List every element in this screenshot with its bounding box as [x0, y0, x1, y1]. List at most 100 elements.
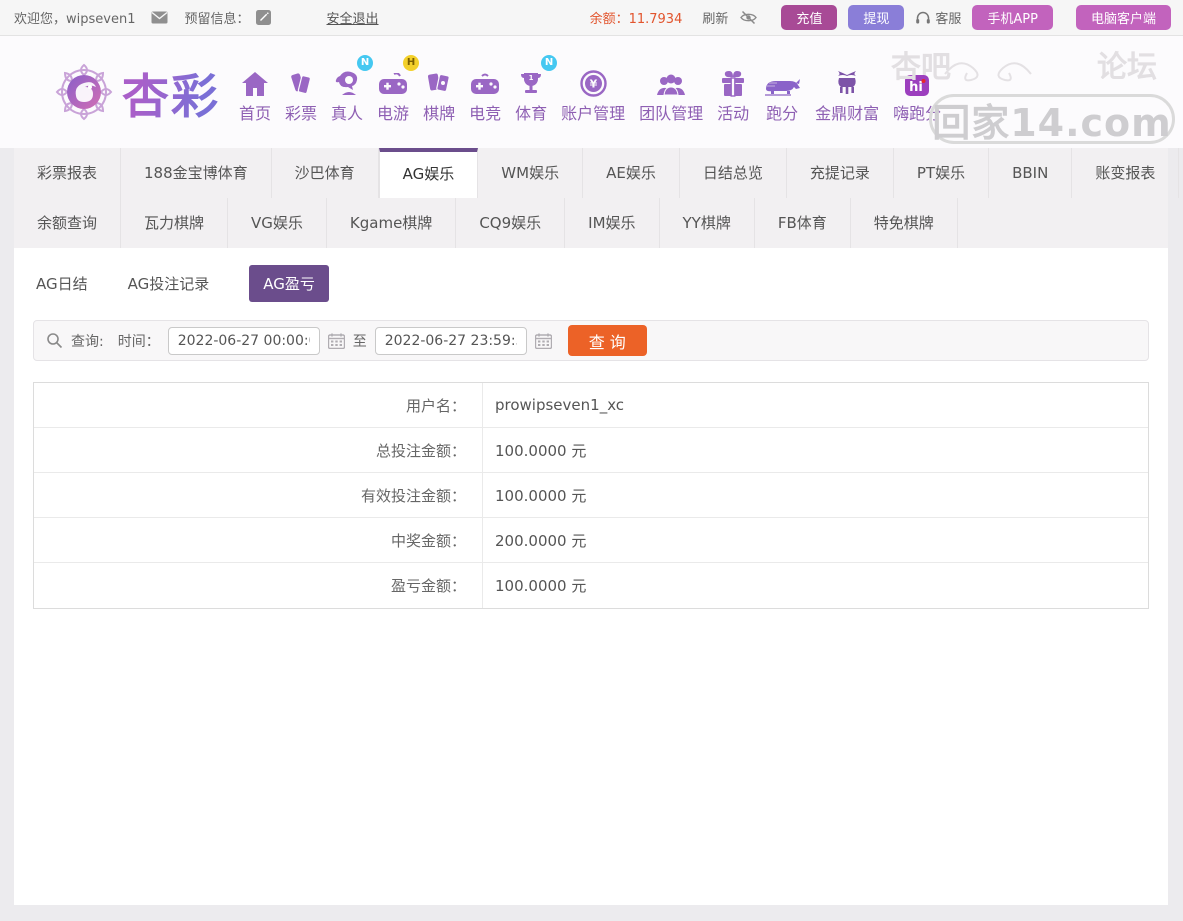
calendar-icon[interactable]	[328, 333, 345, 349]
main-nav: 首页彩票N真人H电游棋牌电竞1N体育¥账户管理团队管理活动跑分金鼎财富hi嗨跑分	[232, 61, 948, 124]
headset-icon	[915, 11, 931, 25]
logout-link[interactable]: 安全退出	[327, 8, 379, 27]
rhino-icon	[763, 61, 801, 97]
nav-item-9[interactable]: 活动	[710, 61, 756, 124]
tabs-row2-tab-6[interactable]: YY棋牌	[660, 198, 755, 248]
welcome-text: 欢迎您，wipseven1	[14, 8, 135, 27]
topbar: 欢迎您，wipseven1 预留信息： 安全退出 余额：11.7934 刷新 充…	[0, 0, 1183, 36]
subtab-2[interactable]: AG盈亏	[249, 265, 329, 302]
ag-subtabs: AG日结 AG投注记录 AG盈亏	[14, 248, 1168, 315]
subtab-0[interactable]: AG日结	[36, 273, 88, 294]
report-row-2: 有效投注金额：100.0000 元	[34, 473, 1148, 518]
new-badge: N	[357, 55, 373, 71]
report-row-label: 中奖金额：	[34, 518, 483, 562]
tabs-row2-tab-3[interactable]: Kgame棋牌	[327, 198, 456, 248]
tabs-row1-tab-2[interactable]: 沙巴体育	[272, 148, 379, 198]
query-label: 查询:	[71, 331, 104, 351]
recharge-button[interactable]: 充值	[781, 5, 837, 30]
tabs-row1-tab-3[interactable]: AG娱乐	[379, 148, 479, 198]
team-icon	[639, 61, 703, 97]
query-submit-button[interactable]: 查 询	[568, 325, 647, 356]
nav-item-4[interactable]: 棋牌	[416, 61, 462, 124]
end-time-input[interactable]	[375, 327, 527, 355]
eye-off-icon[interactable]	[739, 10, 758, 25]
nav-item-3[interactable]: H电游	[370, 61, 416, 124]
customer-service-button[interactable]: 客服	[915, 8, 961, 27]
tabs-row1-tab-7[interactable]: 充提记录	[787, 148, 894, 198]
nav-item-1[interactable]: 彩票	[278, 61, 324, 124]
live-person-icon: N	[331, 61, 363, 97]
content-card: 彩票报表188金宝博体育沙巴体育AG娱乐WM娱乐AE娱乐日结总览充提记录PT娱乐…	[14, 148, 1168, 905]
tabs-row1-tab-5[interactable]: AE娱乐	[583, 148, 680, 198]
tabs-row2-tab-4[interactable]: CQ9娱乐	[456, 198, 565, 248]
new-badge: H	[403, 55, 419, 71]
reserved-info-label: 预留信息：	[184, 8, 249, 27]
nav-item-7[interactable]: ¥ 账户管理	[554, 61, 632, 124]
nav-item-label: 棋牌	[423, 104, 455, 123]
nav-item-6[interactable]: 1N 体育	[508, 61, 554, 124]
report-tabs-row1: 彩票报表188金宝博体育沙巴体育AG娱乐WM娱乐AE娱乐日结总览充提记录PT娱乐…	[14, 148, 1168, 198]
tabs-row2-tab-8[interactable]: 特免棋牌	[851, 198, 958, 248]
nav-item-label: 团队管理	[639, 104, 703, 123]
svg-text:¥: ¥	[589, 77, 597, 90]
tabs-row2-tab-1[interactable]: 瓦力棋牌	[121, 198, 228, 248]
withdraw-button[interactable]: 提现	[848, 5, 904, 30]
nav-item-2[interactable]: N 真人	[324, 61, 370, 124]
watermark-domain: 回家14.com	[929, 94, 1175, 144]
start-time-input[interactable]	[168, 327, 320, 355]
gift-icon	[717, 61, 749, 97]
tabs-row1-tab-1[interactable]: 188金宝博体育	[121, 148, 272, 198]
trophy-icon: 1N	[515, 61, 547, 97]
report-row-1: 总投注金额：100.0000 元	[34, 428, 1148, 473]
report-row-value: prowipseven1_xc	[483, 383, 624, 427]
search-icon	[46, 332, 63, 349]
report-row-value: 200.0000 元	[483, 518, 586, 562]
report-row-4: 盈亏金额：100.0000 元	[34, 563, 1148, 608]
nav-item-label: 彩票	[285, 104, 317, 123]
tabs-row2-tab-7[interactable]: FB体育	[755, 198, 851, 248]
tabs-row2-tab-2[interactable]: VG娱乐	[228, 198, 327, 248]
tabs-row1-tab-4[interactable]: WM娱乐	[478, 148, 583, 198]
watermark-left: 杏吧	[891, 42, 951, 86]
tabs-row1-tab-9[interactable]: BBIN	[989, 148, 1072, 198]
pc-client-button[interactable]: 电脑客户端	[1076, 5, 1171, 30]
nav-item-label: 电竞	[469, 104, 501, 123]
nav-item-11[interactable]: 金鼎财富	[808, 61, 886, 124]
calendar-icon[interactable]	[535, 333, 552, 349]
nav-item-0[interactable]: 首页	[232, 61, 278, 124]
tripod-icon	[815, 61, 879, 97]
cards-icon	[423, 61, 455, 97]
tabs-row2-tab-5[interactable]: IM娱乐	[565, 198, 659, 248]
tabs-row1-tab-10[interactable]: 账变报表	[1072, 148, 1179, 198]
nav-item-label: 真人	[331, 104, 363, 123]
nav-item-label: 账户管理	[561, 104, 625, 123]
mobile-app-button[interactable]: 手机APP	[972, 5, 1053, 30]
report-row-label: 盈亏金额：	[34, 563, 483, 608]
logo-text: 杏彩	[122, 58, 220, 127]
nav-item-8[interactable]: 团队管理	[632, 61, 710, 124]
tabs-row1-tab-11[interactable]: 转账报表	[1179, 148, 1183, 198]
to-label: 至	[353, 331, 367, 351]
watermark-right: 论坛	[1097, 42, 1157, 86]
nav-item-10[interactable]: 跑分	[756, 61, 808, 124]
nav-item-label: 金鼎财富	[815, 104, 879, 123]
tabs-row1-tab-0[interactable]: 彩票报表	[14, 148, 121, 198]
edit-pencil-icon[interactable]	[256, 10, 271, 25]
report-row-3: 中奖金额：200.0000 元	[34, 518, 1148, 563]
query-bar: 查询: 时间： 至 查 询	[33, 320, 1149, 361]
flower-logo-icon	[52, 61, 116, 123]
nav-item-label: 电游	[377, 104, 409, 123]
svg-text:1: 1	[529, 74, 534, 82]
tabs-row1-tab-6[interactable]: 日结总览	[680, 148, 787, 198]
site-header: 杏彩 首页彩票N真人H电游棋牌电竞1N体育¥账户管理团队管理活动跑分金鼎财富hi…	[0, 36, 1183, 148]
tabs-row1-tab-8[interactable]: PT娱乐	[894, 148, 989, 198]
balance-text: 余额：11.7934	[590, 8, 683, 27]
subtab-1[interactable]: AG投注记录	[128, 273, 210, 294]
site-logo[interactable]: 杏彩	[52, 58, 220, 127]
envelope-icon[interactable]	[151, 11, 168, 24]
nav-item-label: 体育	[515, 104, 547, 123]
nav-item-5[interactable]: 电竞	[462, 61, 508, 124]
refresh-button[interactable]: 刷新	[702, 8, 728, 27]
coin-icon: ¥	[561, 61, 625, 97]
tabs-row2-tab-0[interactable]: 余额查询	[14, 198, 121, 248]
